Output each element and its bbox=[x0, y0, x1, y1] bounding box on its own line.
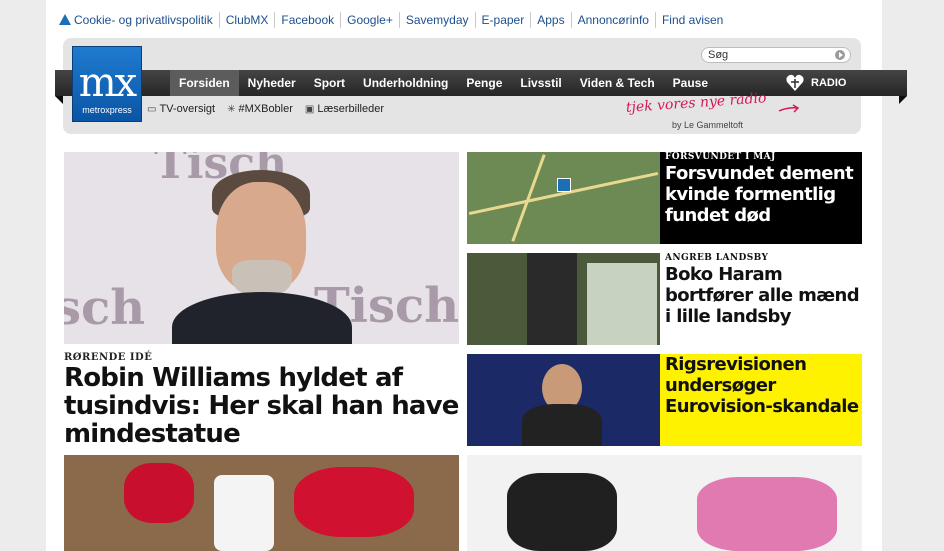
top-link-epaper[interactable]: E-paper bbox=[476, 12, 532, 28]
photo-ring bbox=[507, 473, 617, 551]
subnav-label: #MXBobler bbox=[238, 103, 293, 115]
logo-subtitle: metroxpress bbox=[82, 105, 132, 115]
subnav-laeserbilleder[interactable]: ▣ Læserbilleder bbox=[305, 103, 384, 115]
radio-label: RADIO bbox=[811, 77, 847, 89]
subnav-mxbobler[interactable]: ✳ #MXBobler bbox=[227, 103, 293, 115]
photo-icon: ▣ bbox=[304, 103, 315, 115]
site-header: Forsiden Nyheder Sport Underholdning Pen… bbox=[55, 38, 907, 134]
warning-icon bbox=[59, 14, 71, 25]
radio-promo-byline: by Le Gammeltoft bbox=[672, 120, 744, 130]
story-thumbnail-rings[interactable] bbox=[467, 455, 862, 551]
photo-ring bbox=[697, 477, 837, 551]
story-thumbnail-map bbox=[467, 152, 660, 244]
story-thumbnail-eurovision bbox=[467, 354, 660, 446]
side-story[interactable]: Rigsrevisionen undersøger Eurovision-ska… bbox=[467, 354, 862, 446]
photo-glove bbox=[294, 467, 414, 537]
photo-suit bbox=[522, 404, 602, 446]
side-story-kicker: FORSVUNDET I MAJ bbox=[665, 152, 776, 162]
subnav-label: TV-oversigt bbox=[159, 103, 216, 115]
search-submit-icon[interactable] bbox=[835, 50, 845, 60]
top-link-apps[interactable]: Apps bbox=[531, 12, 572, 28]
nav-item-viden-tech[interactable]: Viden & Tech bbox=[571, 70, 664, 96]
side-story-headline: Rigsrevisionen undersøger Eurovision-ska… bbox=[665, 354, 859, 417]
backdrop-lettering: sch bbox=[64, 280, 146, 336]
subnav-tv-oversigt[interactable]: ▭ TV-oversigt bbox=[147, 103, 215, 115]
nav-item-nyheder[interactable]: Nyheder bbox=[239, 70, 305, 96]
nav-fold-left bbox=[55, 96, 63, 104]
nav-item-livsstil[interactable]: Livsstil bbox=[511, 70, 570, 96]
search-input[interactable] bbox=[708, 49, 826, 61]
side-story[interactable]: ANGREB LANDSBY Boko Haram bortfører alle… bbox=[467, 253, 862, 345]
nav-item-pause[interactable]: Pause bbox=[664, 70, 717, 96]
main-story-image[interactable]: Tisch sch Tisch bbox=[64, 152, 459, 344]
photo-figure bbox=[527, 253, 577, 345]
site-logo[interactable]: mx metroxpress bbox=[72, 46, 142, 122]
nav-item-underholdning[interactable]: Underholdning bbox=[354, 70, 457, 96]
sub-nav: ▭ TV-oversigt ✳ #MXBobler ▣ Læserbilleder bbox=[147, 103, 396, 115]
photo-can bbox=[214, 475, 274, 551]
top-links-bar: Cookie- og privatlivspolitik ClubMX Face… bbox=[59, 12, 729, 28]
sparkle-icon: ✳ bbox=[227, 103, 236, 115]
main-story-kicker: RØRENDE IDÉ bbox=[64, 352, 153, 363]
nav-items: Forsiden Nyheder Sport Underholdning Pen… bbox=[170, 70, 717, 96]
nav-fold-right bbox=[899, 96, 907, 104]
top-link-clubmx[interactable]: ClubMX bbox=[220, 12, 276, 28]
page: Cookie- og privatlivspolitik ClubMX Face… bbox=[46, 0, 907, 551]
photo-glove bbox=[124, 463, 194, 523]
top-link-cookie[interactable]: Cookie- og privatlivspolitik bbox=[59, 12, 220, 28]
nav-item-forsiden[interactable]: Forsiden bbox=[170, 70, 239, 96]
nav-item-sport[interactable]: Sport bbox=[305, 70, 354, 96]
side-story-headline: Forsvundet dement kvinde formentlig fund… bbox=[665, 163, 854, 226]
top-link-google-plus[interactable]: Google+ bbox=[341, 12, 400, 28]
map-pin-icon bbox=[557, 178, 571, 192]
tv-icon: ▭ bbox=[147, 103, 157, 115]
story-thumbnail-boxing-gloves[interactable] bbox=[64, 455, 459, 551]
top-link-savemyday[interactable]: Savemyday bbox=[400, 12, 476, 28]
side-story-text: FORSVUNDET I MAJ Forsvundet dement kvind… bbox=[660, 152, 862, 244]
nav-item-penge[interactable]: Penge bbox=[457, 70, 511, 96]
top-link-label: Cookie- og privatlivspolitik bbox=[74, 13, 213, 27]
top-link-advertiser-info[interactable]: Annoncørinfo bbox=[572, 12, 656, 28]
arrow-icon bbox=[778, 104, 800, 113]
top-link-facebook[interactable]: Facebook bbox=[275, 12, 342, 28]
search-box[interactable] bbox=[701, 47, 851, 63]
side-story-text: ANGREB LANDSBY Boko Haram bortfører alle… bbox=[660, 253, 862, 345]
radio-promo[interactable]: tjek vores nye radio by Le Gammeltoft bbox=[625, 90, 806, 132]
photo-crowd bbox=[587, 263, 657, 345]
logo-mark: mx bbox=[78, 60, 138, 106]
main-story-headline[interactable]: Robin Williams hyldet af tusindvis: Her … bbox=[64, 364, 459, 448]
story-thumbnail-soldiers bbox=[467, 253, 660, 345]
subnav-label: Læserbilleder bbox=[317, 103, 385, 115]
top-link-find-paper[interactable]: Find avisen bbox=[656, 12, 729, 28]
side-story-headline: Boko Haram bortfører alle mænd i lille l… bbox=[665, 264, 860, 327]
side-story[interactable]: FORSVUNDET I MAJ Forsvundet dement kvind… bbox=[467, 152, 862, 244]
side-story-kicker: ANGREB LANDSBY bbox=[665, 253, 769, 263]
side-story-text: Rigsrevisionen undersøger Eurovision-ska… bbox=[660, 354, 862, 446]
